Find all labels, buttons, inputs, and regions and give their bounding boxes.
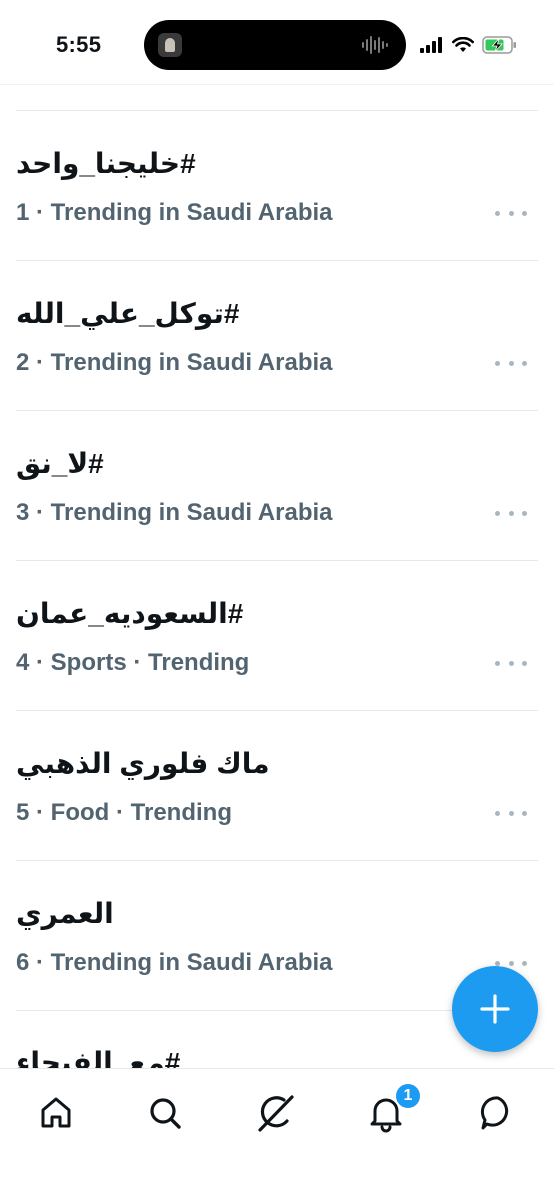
trend-item-partial[interactable]: #مع_الفيحاء bbox=[16, 1042, 316, 1068]
header-divider bbox=[0, 84, 554, 85]
more-options-icon[interactable] bbox=[495, 655, 527, 671]
cellular-signal-icon bbox=[420, 37, 442, 53]
trend-item[interactable]: #توكل_علي_الله 2 · Trending in Saudi Ara… bbox=[0, 261, 554, 411]
more-options-icon[interactable] bbox=[495, 205, 527, 221]
trend-item[interactable]: #لا_نق 3 · Trending in Saudi Arabia bbox=[0, 411, 554, 561]
more-options-icon[interactable] bbox=[495, 355, 527, 371]
trend-item[interactable]: #خليجنا_واحد 1 · Trending in Saudi Arabi… bbox=[0, 111, 554, 261]
trend-title: #مع_الفيحاء bbox=[16, 1047, 181, 1068]
nav-grok[interactable] bbox=[252, 1089, 300, 1137]
trend-meta: 5 · Food · Trending bbox=[16, 799, 232, 826]
nav-home[interactable] bbox=[32, 1089, 80, 1137]
grok-icon bbox=[258, 1095, 294, 1132]
trend-meta: 6 · Trending in Saudi Arabia bbox=[16, 949, 333, 976]
audio-wave-icon bbox=[362, 36, 388, 54]
trend-title: #خليجنا_واحد bbox=[16, 148, 196, 179]
trend-item[interactable]: ماك فلوري الذهبي 5 · Food · Trending bbox=[0, 711, 554, 861]
trend-title: #توكل_علي_الله bbox=[16, 298, 240, 329]
battery-charging-icon bbox=[482, 36, 516, 54]
status-time: 5:55 bbox=[56, 32, 102, 57]
trend-title: #لا_نق bbox=[16, 448, 104, 479]
more-options-icon[interactable] bbox=[495, 505, 527, 521]
compose-button[interactable] bbox=[452, 966, 538, 1052]
trend-title: ماك فلوري الذهبي bbox=[16, 748, 270, 779]
trend-meta: 3 · Trending in Saudi Arabia bbox=[16, 499, 333, 526]
now-playing-thumbnail bbox=[158, 33, 182, 57]
trend-meta: 1 · Trending in Saudi Arabia bbox=[16, 199, 333, 226]
trend-item[interactable]: #السعوديه_عمان 4 · Sports · Trending bbox=[0, 561, 554, 711]
nav-messages[interactable] bbox=[474, 1089, 522, 1137]
notifications-badge: 1 bbox=[394, 1082, 422, 1110]
wifi-icon bbox=[452, 37, 474, 52]
messages-icon bbox=[480, 1096, 509, 1130]
status-bar: 5:55 bbox=[0, 0, 554, 84]
status-icons bbox=[420, 36, 518, 54]
trend-meta: 2 · Trending in Saudi Arabia bbox=[16, 349, 333, 376]
home-icon bbox=[41, 1097, 71, 1128]
search-icon bbox=[150, 1098, 181, 1129]
more-options-icon[interactable] bbox=[495, 805, 527, 821]
dynamic-island[interactable] bbox=[144, 20, 406, 70]
trend-title: العمري bbox=[16, 898, 114, 929]
trend-meta: 4 · Sports · Trending bbox=[16, 649, 250, 676]
trend-title: #السعوديه_عمان bbox=[16, 598, 244, 629]
bottom-nav bbox=[0, 1068, 554, 1200]
plus-icon bbox=[480, 994, 510, 1024]
nav-search[interactable] bbox=[141, 1089, 189, 1137]
